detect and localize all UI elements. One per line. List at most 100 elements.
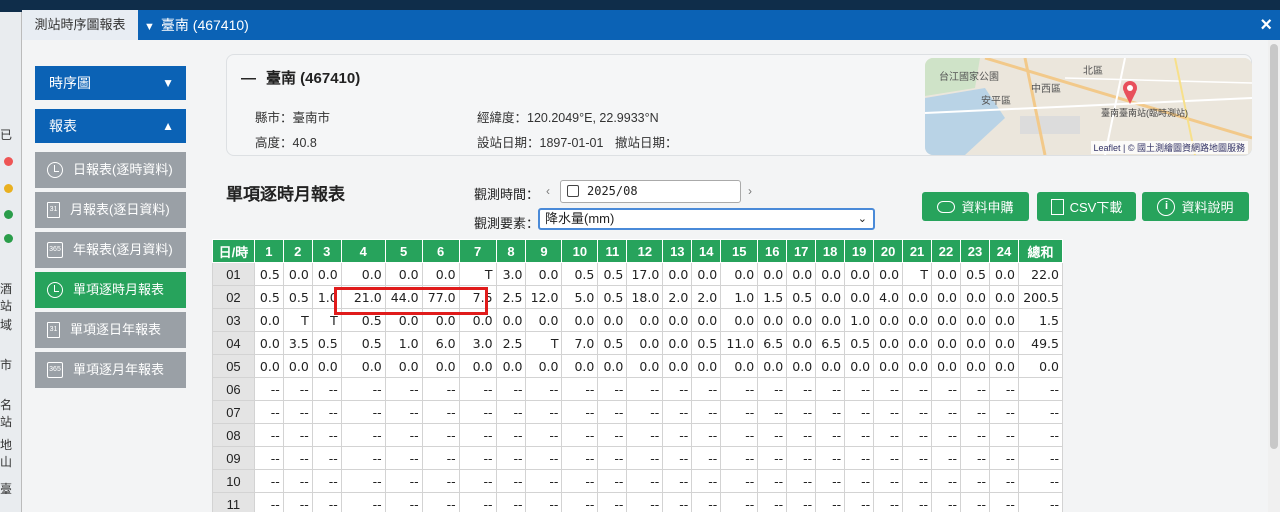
table-cell: -- bbox=[282, 492, 313, 512]
table-cell: 0.0 bbox=[960, 308, 990, 332]
table-cell: -- bbox=[691, 446, 722, 470]
data-info-button[interactable]: i 資料說明 bbox=[1142, 192, 1249, 221]
table-cell: -- bbox=[597, 423, 628, 447]
table-cell: -- bbox=[253, 492, 284, 512]
station-report-modal: 測站時序圖報表 ▼ 臺南 (467410) × 時序圖 ▼ 報表 ▲ 日報表(逐時… bbox=[22, 10, 1280, 512]
modal-scrollbar[interactable] bbox=[1268, 40, 1280, 512]
table-cell: 0.0 bbox=[902, 331, 933, 355]
table-cell: -- bbox=[720, 400, 759, 424]
month-picker-input[interactable]: 2025/08 bbox=[560, 180, 741, 203]
sidebar-item-report-4[interactable]: 31 單項逐日年報表 bbox=[35, 312, 186, 348]
table-cell: 0.0 bbox=[931, 331, 961, 355]
table-cell: -- bbox=[720, 377, 759, 401]
sidebar-item-label: 單項逐月年報表 bbox=[73, 362, 165, 377]
day-row-header: 09 bbox=[212, 446, 255, 470]
table-cell: -- bbox=[253, 377, 284, 401]
table-cell: -- bbox=[757, 446, 788, 470]
table-cell: -- bbox=[495, 377, 527, 401]
table-cell: 0.0 bbox=[282, 262, 313, 286]
next-month-icon[interactable]: › bbox=[748, 184, 752, 198]
background-text: 臺 bbox=[0, 482, 13, 496]
hour-column-header: 8 bbox=[495, 239, 527, 263]
table-cell: -- bbox=[960, 400, 990, 424]
table-cell: 0.0 bbox=[525, 308, 563, 332]
element-select[interactable]: 降水量(mm) ⌄ bbox=[538, 208, 875, 230]
table-cell: -- bbox=[873, 423, 904, 447]
close-icon[interactable]: × bbox=[1260, 13, 1272, 37]
table-cell: -- bbox=[253, 446, 284, 470]
table-cell: -- bbox=[561, 492, 599, 512]
table-total-cell: -- bbox=[1017, 423, 1064, 447]
table-cell: -- bbox=[902, 377, 933, 401]
table-cell: -- bbox=[626, 377, 664, 401]
table-cell: -- bbox=[931, 400, 961, 424]
sidebar-item-report-2[interactable]: 365 年報表(逐月資料) bbox=[35, 232, 186, 268]
day-row-header: 08 bbox=[212, 423, 255, 447]
table-cell: 0.0 bbox=[626, 331, 664, 355]
table-cell: 0.5 bbox=[844, 331, 875, 355]
sidebar-item-report-0[interactable]: 日報表(逐時資料) bbox=[35, 152, 186, 188]
csv-download-label: CSV下載 bbox=[1069, 200, 1123, 215]
table-cell: -- bbox=[561, 469, 599, 493]
hour-column-header: 10 bbox=[561, 239, 599, 263]
table-cell: -- bbox=[844, 423, 875, 447]
sidebar-item-report-5[interactable]: 365 單項逐月年報表 bbox=[35, 352, 186, 388]
table-cell: -- bbox=[662, 492, 693, 512]
table-cell: 2.5 bbox=[495, 285, 527, 309]
map-attribution[interactable]: Leaflet | © 國土測繪圖資網路地圖服務 bbox=[1090, 141, 1248, 154]
table-cell: -- bbox=[662, 446, 693, 470]
table-cell: -- bbox=[988, 377, 1019, 401]
table-cell: -- bbox=[597, 492, 628, 512]
sidebar-item-report-1[interactable]: 31 月報表(逐日資料) bbox=[35, 192, 186, 228]
station-altitude: 高度：40.8 bbox=[255, 136, 317, 150]
table-cell: -- bbox=[282, 400, 313, 424]
table-cell: -- bbox=[902, 400, 933, 424]
table-cell: -- bbox=[815, 377, 846, 401]
map-label: 安平區 bbox=[981, 96, 1011, 107]
caret-down-icon: ▼ bbox=[162, 76, 174, 90]
calendar-365-icon: 365 bbox=[47, 362, 63, 378]
table-cell: 0.0 bbox=[720, 354, 759, 378]
hour-column-header: 20 bbox=[873, 239, 904, 263]
table-row: 01 0.5 0.0 0.0 0.0 0.0 0.0 T 3.0 0.0 0.5 0.5 17.0 0.0… bbox=[212, 262, 1064, 286]
cloud-icon bbox=[937, 200, 956, 213]
table-total-cell: 200.5 bbox=[1017, 285, 1064, 309]
day-row-header: 11 bbox=[212, 492, 255, 512]
hour-column-header: 7 bbox=[458, 239, 497, 263]
sidebar-item-label: 單項逐日年報表 bbox=[70, 322, 162, 337]
station-title[interactable]: — 臺南 (467410) bbox=[241, 67, 360, 88]
apply-data-button[interactable]: 資料申購 bbox=[922, 192, 1029, 221]
table-cell: -- bbox=[757, 400, 788, 424]
hour-column-header: 19 bbox=[844, 239, 875, 263]
station-established-date: 設站日期：1897-01-01 bbox=[477, 136, 604, 150]
day-row-header: 02 bbox=[212, 285, 255, 309]
table-cell: -- bbox=[384, 400, 423, 424]
table-cell: -- bbox=[458, 469, 497, 493]
station-map[interactable]: 台江國家公園 北區 中西區 安平區 臺南臺南站(臨時測站) Leaflet | … bbox=[925, 58, 1252, 155]
table-cell: 0.0 bbox=[931, 308, 961, 332]
table-cell: -- bbox=[340, 469, 386, 493]
csv-download-button[interactable]: CSV下載 bbox=[1037, 192, 1136, 221]
table-cell: 5.0 bbox=[561, 285, 599, 309]
table-cell: -- bbox=[757, 492, 788, 512]
sidebar-section-timeseries[interactable]: 時序圖 ▼ bbox=[35, 66, 186, 100]
tab-station-timeseries[interactable]: 測站時序圖報表 bbox=[22, 10, 138, 40]
tab-station-current[interactable]: ▼ 臺南 (467410) bbox=[144, 10, 249, 40]
table-cell: -- bbox=[597, 400, 628, 424]
hour-column-header: 2 bbox=[282, 239, 313, 263]
table-cell: -- bbox=[311, 469, 342, 493]
sidebar-item-report-3[interactable]: 單項逐時月報表 bbox=[35, 272, 186, 308]
report-table-container[interactable]: 日/時 1 2 3 4 5 6 7 8 9 10 11 12 13 14 15 16 17 18 19 20 21 22 23… bbox=[212, 239, 1252, 512]
hour-column-header: 22 bbox=[931, 239, 961, 263]
scrollbar-thumb[interactable] bbox=[1270, 44, 1278, 449]
collapse-icon[interactable]: — bbox=[241, 70, 256, 87]
table-cell: 0.5 bbox=[561, 262, 599, 286]
station-closed-date: 撤站日期： bbox=[615, 136, 678, 150]
sidebar-section-reports[interactable]: 報表 ▲ bbox=[35, 109, 186, 143]
modal-content: 時序圖 ▼ 報表 ▲ 日報表(逐時資料) 31 月報表(逐日資料) 365 年報表(逐月… bbox=[22, 40, 1280, 512]
info-icon: i bbox=[1157, 197, 1176, 216]
prev-month-icon[interactable]: ‹ bbox=[546, 184, 550, 198]
station-title-text: 臺南 (467410) bbox=[266, 70, 361, 87]
table-cell: 0.0 bbox=[815, 354, 846, 378]
table-cell: -- bbox=[525, 400, 563, 424]
